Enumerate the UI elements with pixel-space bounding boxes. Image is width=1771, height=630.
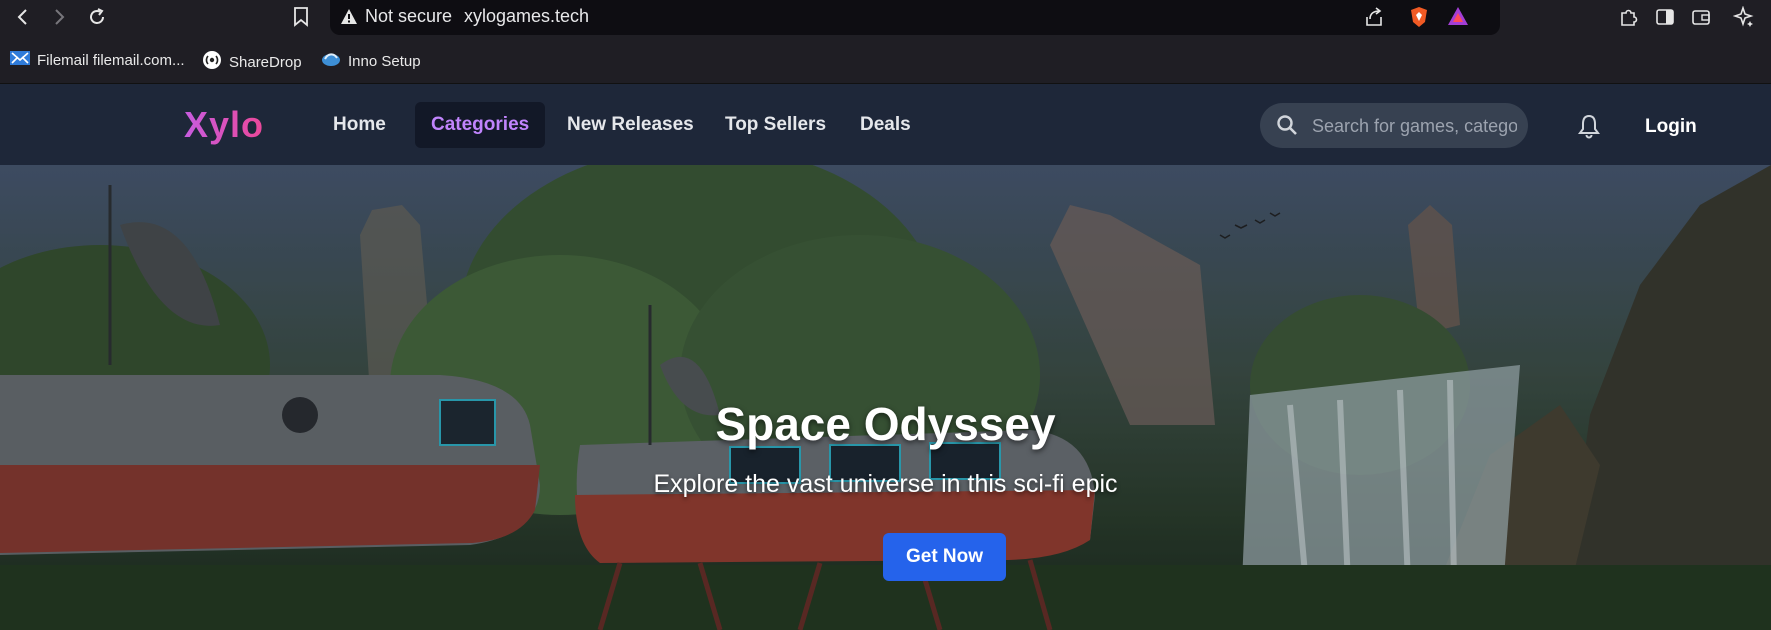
notification-bell-icon[interactable] [1577, 113, 1601, 144]
back-icon[interactable] [10, 4, 36, 30]
bookmark-filemail[interactable]: Filemail filemail.com... [10, 50, 185, 70]
warning-icon[interactable] [340, 8, 358, 30]
nav-deals[interactable]: Deals [844, 102, 927, 148]
site-logo[interactable]: Xylo [184, 104, 264, 146]
wallet-icon[interactable] [1690, 6, 1712, 33]
sidebar-icon[interactable] [1654, 6, 1676, 33]
nav-categories[interactable]: Categories [415, 102, 546, 148]
bookmarks-bar: Filemail filemail.com... ShareDrop Inno … [0, 35, 1771, 117]
extensions-icon[interactable] [1618, 6, 1640, 33]
hero-title: Space Odyssey [715, 398, 1056, 450]
address-bar[interactable]: Not secure xylogames.tech [330, 0, 1500, 35]
hero-subtitle: Explore the vast universe in this sci-fi… [653, 470, 1118, 498]
nav-home[interactable]: Home [317, 102, 402, 148]
brave-rewards-icon[interactable] [1447, 6, 1469, 31]
brave-shields-icon[interactable] [1409, 6, 1429, 33]
hero-banner: Space Odyssey Explore the vast universe … [0, 165, 1771, 630]
bookmark-label: ShareDrop [229, 53, 302, 71]
forward-icon[interactable] [46, 4, 72, 30]
browser-toolbar: Not secure xylogames.tech [0, 0, 1771, 35]
share-icon[interactable] [1363, 6, 1385, 33]
filemail-icon [10, 50, 30, 70]
bookmark-label: Inno Setup [348, 52, 421, 70]
bookmark-inno-setup[interactable]: Inno Setup [321, 50, 421, 72]
leo-ai-icon[interactable] [1732, 5, 1755, 33]
search-input[interactable] [1310, 103, 1519, 150]
login-link[interactable]: Login [1645, 116, 1697, 138]
site-header: Xylo Home Categories New Releases Top Se… [0, 84, 1771, 165]
get-now-button[interactable]: Get Now [883, 533, 1006, 581]
url-text[interactable]: xylogames.tech [464, 6, 589, 27]
nav-new-releases[interactable]: New Releases [551, 102, 710, 148]
reload-icon[interactable] [84, 4, 110, 30]
bookmark-sharedrop[interactable]: ShareDrop [202, 50, 302, 74]
nav-top-sellers[interactable]: Top Sellers [709, 102, 842, 148]
sharedrop-icon [202, 50, 222, 74]
bookmark-icon[interactable] [288, 4, 314, 30]
search-icon[interactable] [1276, 114, 1298, 141]
inno-setup-icon [321, 50, 341, 72]
search-box[interactable] [1260, 103, 1528, 150]
security-label[interactable]: Not secure [365, 6, 452, 27]
bookmark-label: Filemail filemail.com... [37, 51, 185, 69]
